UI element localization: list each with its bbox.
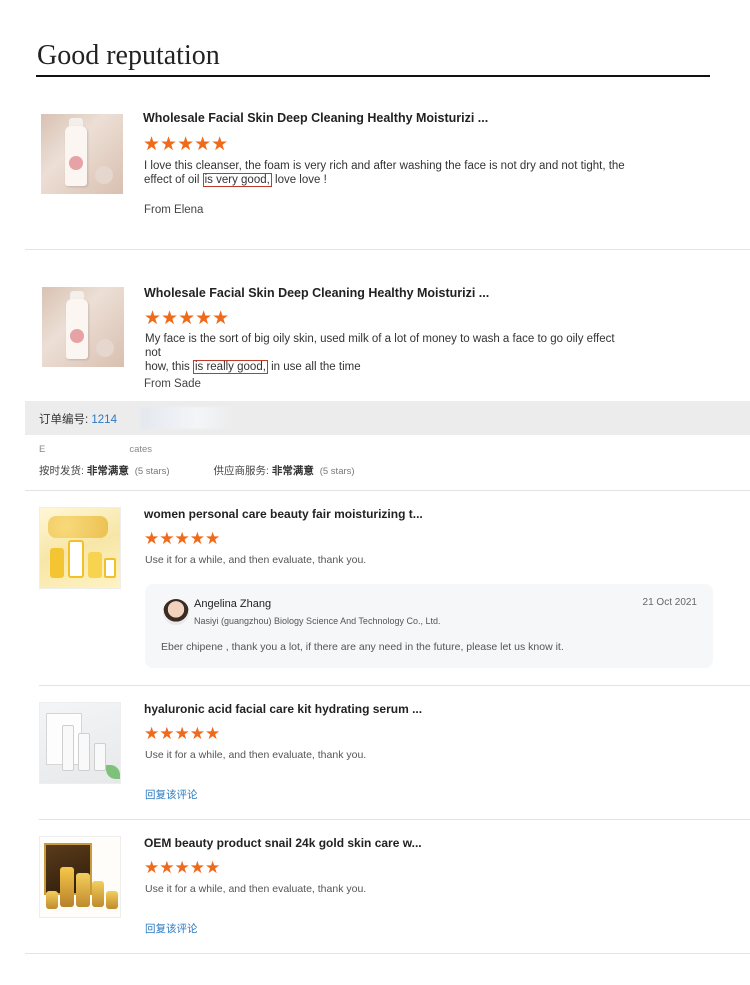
star-rating: ★★★★★ — [144, 529, 221, 548]
service-label: 供应商服务: — [213, 465, 272, 477]
delivery-stars: (5 stars) — [134, 466, 170, 477]
redacted-area — [140, 407, 235, 429]
review-text: Use it for a while, and then evaluate, t… — [145, 749, 367, 761]
product-title[interactable]: women personal care beauty fair moisturi… — [144, 507, 423, 521]
product-image[interactable] — [39, 507, 121, 589]
delivery-label: 按时发货: — [39, 465, 87, 477]
order-subtext-start: E — [39, 444, 46, 455]
order-bar: 订单编号: 1214 — [25, 401, 750, 435]
reply-date: 21 Oct 2021 — [642, 597, 697, 608]
seller-reply-box: Angelina Zhang Nasiyi (guangzhou) Biolog… — [145, 584, 713, 668]
reply-comment-link[interactable]: 回复该评论 — [145, 921, 198, 936]
product-title[interactable]: Wholesale Facial Skin Deep Cleaning Heal… — [144, 286, 489, 300]
page-title: Good reputation — [37, 40, 220, 71]
title-divider — [36, 75, 710, 77]
highlighted-phrase: is really good, — [192, 360, 268, 374]
order-number-label: 订单编号: 1214 — [39, 411, 117, 427]
review-text: My face is the sort of big oily skin, us… — [145, 332, 630, 374]
review-text-line: My face is the sort of big oily skin, us… — [145, 333, 615, 359]
order-ratings: 按时发货: 非常满意 (5 stars) 供应商服务: 非常满意 (5 stars… — [39, 463, 355, 478]
divider — [25, 490, 750, 491]
divider — [25, 953, 750, 954]
review-text: Use it for a while, and then evaluate, t… — [145, 554, 367, 566]
star-rating: ★★★★★ — [143, 134, 229, 155]
product-image[interactable] — [41, 114, 123, 194]
order-number[interactable]: 1214 — [91, 414, 117, 426]
product-image[interactable] — [39, 836, 121, 918]
order-subtext-end: cates — [129, 444, 153, 455]
review-text-line: love love ! — [271, 174, 327, 186]
review-text-line: how, this — [145, 361, 193, 373]
product-title[interactable]: Wholesale Facial Skin Deep Cleaning Heal… — [143, 111, 488, 125]
service-stars: (5 stars) — [319, 466, 355, 477]
order-subtext: Ecates — [39, 444, 152, 455]
delivery-value: 非常满意 — [86, 465, 129, 477]
star-rating: ★★★★★ — [144, 724, 221, 743]
reviewer-name: From Sade — [144, 378, 201, 390]
divider — [39, 685, 750, 686]
review-text-line: in use all the time — [267, 361, 361, 373]
order-label-text: 订单编号: — [39, 414, 92, 426]
reviewer-name: From Elena — [144, 204, 204, 216]
product-title[interactable]: OEM beauty product snail 24k gold skin c… — [144, 836, 422, 850]
review-text-line: I love this cleanser, the foam is very r… — [144, 160, 625, 172]
review-text-line: effect of oil — [144, 174, 203, 186]
star-rating: ★★★★★ — [144, 858, 221, 877]
seller-reply-text: Eber chipene , thank you a lot, if there… — [161, 641, 564, 653]
service-value: 非常满意 — [271, 465, 314, 477]
review-text: Use it for a while, and then evaluate, t… — [145, 883, 367, 895]
star-rating: ★★★★★ — [144, 308, 230, 329]
review-text: I love this cleanser, the foam is very r… — [144, 159, 629, 187]
reply-comment-link[interactable]: 回复该评论 — [145, 787, 198, 802]
seller-name: Angelina Zhang — [194, 598, 272, 610]
seller-company: Nasiyi (guangzhou) Biology Science And T… — [194, 616, 441, 626]
product-image[interactable] — [39, 702, 121, 784]
divider — [25, 249, 750, 250]
product-image[interactable] — [42, 287, 124, 367]
divider — [39, 819, 750, 820]
product-title[interactable]: hyaluronic acid facial care kit hydratin… — [144, 702, 422, 716]
avatar — [163, 599, 189, 625]
highlighted-phrase: is very good, — [202, 173, 272, 187]
